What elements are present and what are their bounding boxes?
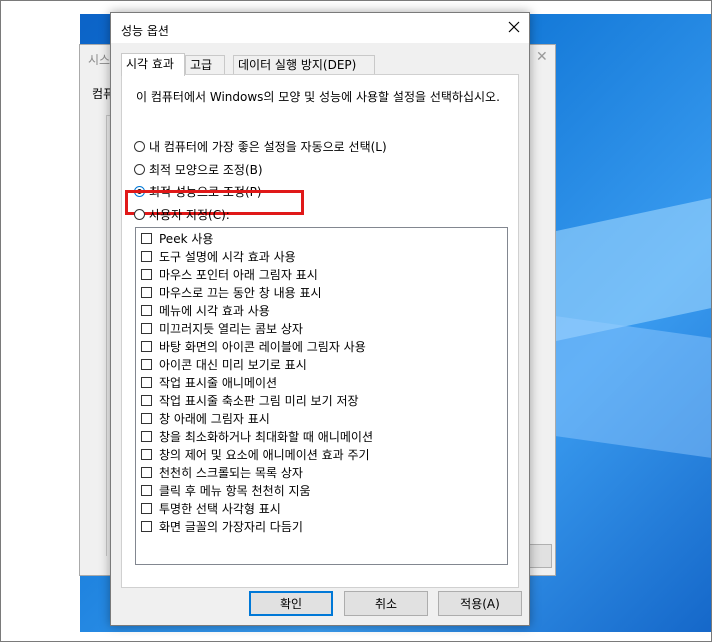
list-item-label: 바탕 화면의 아이콘 레이블에 그림자 사용 xyxy=(159,339,366,354)
list-item-label: 아이콘 대신 미리 보기로 표시 xyxy=(159,357,307,372)
tab-dep[interactable]: 데이터 실행 방지(DEP) xyxy=(233,55,375,74)
system-properties-close-icon[interactable]: ✕ xyxy=(536,49,548,65)
checkbox[interactable] xyxy=(141,448,152,460)
list-item[interactable]: 마우스 포인터 아래 그림자 표시 xyxy=(141,265,318,283)
list-item[interactable]: 도구 설명에 시각 효과 사용 xyxy=(141,247,296,265)
screen-margin xyxy=(0,0,80,642)
radio-button[interactable] xyxy=(134,208,145,220)
title-bar: 성능 옵션 xyxy=(111,13,529,43)
radio-best-performance[interactable]: 최적 성능으로 조정(P) xyxy=(134,182,262,200)
checkbox[interactable] xyxy=(141,430,152,442)
list-item[interactable]: 창 아래에 그림자 표시 xyxy=(141,409,270,427)
list-item-label: 창의 제어 및 요소에 애니메이션 효과 주기 xyxy=(159,447,370,462)
checkbox[interactable] xyxy=(141,520,152,532)
list-item[interactable]: 투명한 선택 사각형 표시 xyxy=(141,499,281,517)
list-item[interactable]: 마우스로 끄는 동안 창 내용 표시 xyxy=(141,283,322,301)
list-item-label: 미끄러지듯 열리는 콤보 상자 xyxy=(159,321,303,336)
list-item-label: 메뉴에 시각 효과 사용 xyxy=(159,303,270,318)
list-item-label: Peek 사용 xyxy=(159,231,214,246)
list-item-label: 작업 표시줄 애니메이션 xyxy=(159,375,278,390)
list-item-label: 클릭 후 메뉴 항목 천천히 지움 xyxy=(159,483,311,498)
list-item-label: 마우스로 끄는 동안 창 내용 표시 xyxy=(159,285,322,300)
apply-button[interactable]: 적용(A) xyxy=(438,591,522,616)
list-item[interactable]: 바탕 화면의 아이콘 레이블에 그림자 사용 xyxy=(141,337,366,355)
list-item-label: 화면 글꼴의 가장자리 다듬기 xyxy=(159,519,303,534)
list-item-label: 창을 최소화하거나 최대화할 때 애니메이션 xyxy=(159,429,373,444)
list-item[interactable]: 작업 표시줄 축소판 그림 미리 보기 저장 xyxy=(141,391,359,409)
checkbox[interactable] xyxy=(141,502,152,514)
checkbox[interactable] xyxy=(141,268,152,280)
list-item-label: 투명한 선택 사각형 표시 xyxy=(159,501,281,516)
radio-label: 사용자 지정(C): xyxy=(149,207,230,222)
radio-button[interactable] xyxy=(134,140,145,152)
description-text: 이 컴퓨터에서 Windows의 모양 및 성능에 사용할 설정을 선택하십시오… xyxy=(136,90,500,104)
checkbox[interactable] xyxy=(141,232,152,244)
radio-label: 내 컴퓨터에 가장 좋은 설정을 자동으로 선택(L) xyxy=(149,139,387,154)
visual-effects-panel: 이 컴퓨터에서 Windows의 모양 및 성능에 사용할 설정을 선택하십시오… xyxy=(121,74,519,588)
checkbox[interactable] xyxy=(141,466,152,478)
radio-label: 최적 성능으로 조정(P) xyxy=(149,184,262,199)
dialog-title: 성능 옵션 xyxy=(121,24,169,38)
list-item-label: 마우스 포인터 아래 그림자 표시 xyxy=(159,267,318,282)
list-item[interactable]: 메뉴에 시각 효과 사용 xyxy=(141,301,270,319)
performance-options-dialog: 성능 옵션 시각 효과 고급 데이터 실행 방지(DEP) 이 컴퓨터에서 Wi… xyxy=(110,12,530,626)
list-item[interactable]: Peek 사용 xyxy=(141,229,213,247)
list-item-label: 도구 설명에 시각 효과 사용 xyxy=(159,249,296,264)
radio-button-selected[interactable] xyxy=(134,185,145,197)
tab-visual-effects[interactable]: 시각 효과 xyxy=(121,53,185,76)
list-item[interactable]: 창을 최소화하거나 최대화할 때 애니메이션 xyxy=(141,427,373,445)
checkbox[interactable] xyxy=(141,394,152,406)
radio-auto-select[interactable]: 내 컴퓨터에 가장 좋은 설정을 자동으로 선택(L) xyxy=(134,137,387,155)
checkbox[interactable] xyxy=(141,286,152,298)
close-button[interactable] xyxy=(499,13,529,43)
list-item[interactable]: 작업 표시줄 애니메이션 xyxy=(141,373,277,391)
checkbox[interactable] xyxy=(141,340,152,352)
radio-label: 최적 모양으로 조정(B) xyxy=(149,162,263,177)
list-item[interactable]: 아이콘 대신 미리 보기로 표시 xyxy=(141,355,307,373)
radio-custom[interactable]: 사용자 지정(C): xyxy=(134,205,230,223)
close-icon xyxy=(508,21,520,36)
system-properties-title: 시스 xyxy=(88,53,111,67)
wallpaper-light-beam xyxy=(555,315,712,465)
checkbox[interactable] xyxy=(141,250,152,262)
checkbox[interactable] xyxy=(141,376,152,388)
list-item[interactable]: 창의 제어 및 요소에 애니메이션 효과 주기 xyxy=(141,445,370,463)
checkbox[interactable] xyxy=(141,304,152,316)
list-item[interactable]: 클릭 후 메뉴 항목 천천히 지움 xyxy=(141,481,311,499)
effects-list[interactable]: Peek 사용 도구 설명에 시각 효과 사용 마우스 포인터 아래 그림자 표… xyxy=(135,227,508,565)
list-item-label: 천천히 스크롤되는 목록 상자 xyxy=(159,465,303,480)
checkbox[interactable] xyxy=(141,358,152,370)
list-item-label: 작업 표시줄 축소판 그림 미리 보기 저장 xyxy=(159,393,359,408)
radio-best-appearance[interactable]: 최적 모양으로 조정(B) xyxy=(134,160,263,178)
screen-margin xyxy=(0,632,712,642)
tab-advanced[interactable]: 고급 xyxy=(185,55,225,74)
checkbox[interactable] xyxy=(141,412,152,424)
cancel-button[interactable]: 취소 xyxy=(344,591,428,616)
ok-button[interactable]: 확인 xyxy=(249,591,333,616)
radio-button[interactable] xyxy=(134,163,145,175)
list-item-label: 창 아래에 그림자 표시 xyxy=(159,411,270,426)
checkbox[interactable] xyxy=(141,322,152,334)
list-item[interactable]: 화면 글꼴의 가장자리 다듬기 xyxy=(141,517,303,535)
list-item[interactable]: 미끄러지듯 열리는 콤보 상자 xyxy=(141,319,303,337)
checkbox[interactable] xyxy=(141,484,152,496)
list-item[interactable]: 천천히 스크롤되는 목록 상자 xyxy=(141,463,303,481)
